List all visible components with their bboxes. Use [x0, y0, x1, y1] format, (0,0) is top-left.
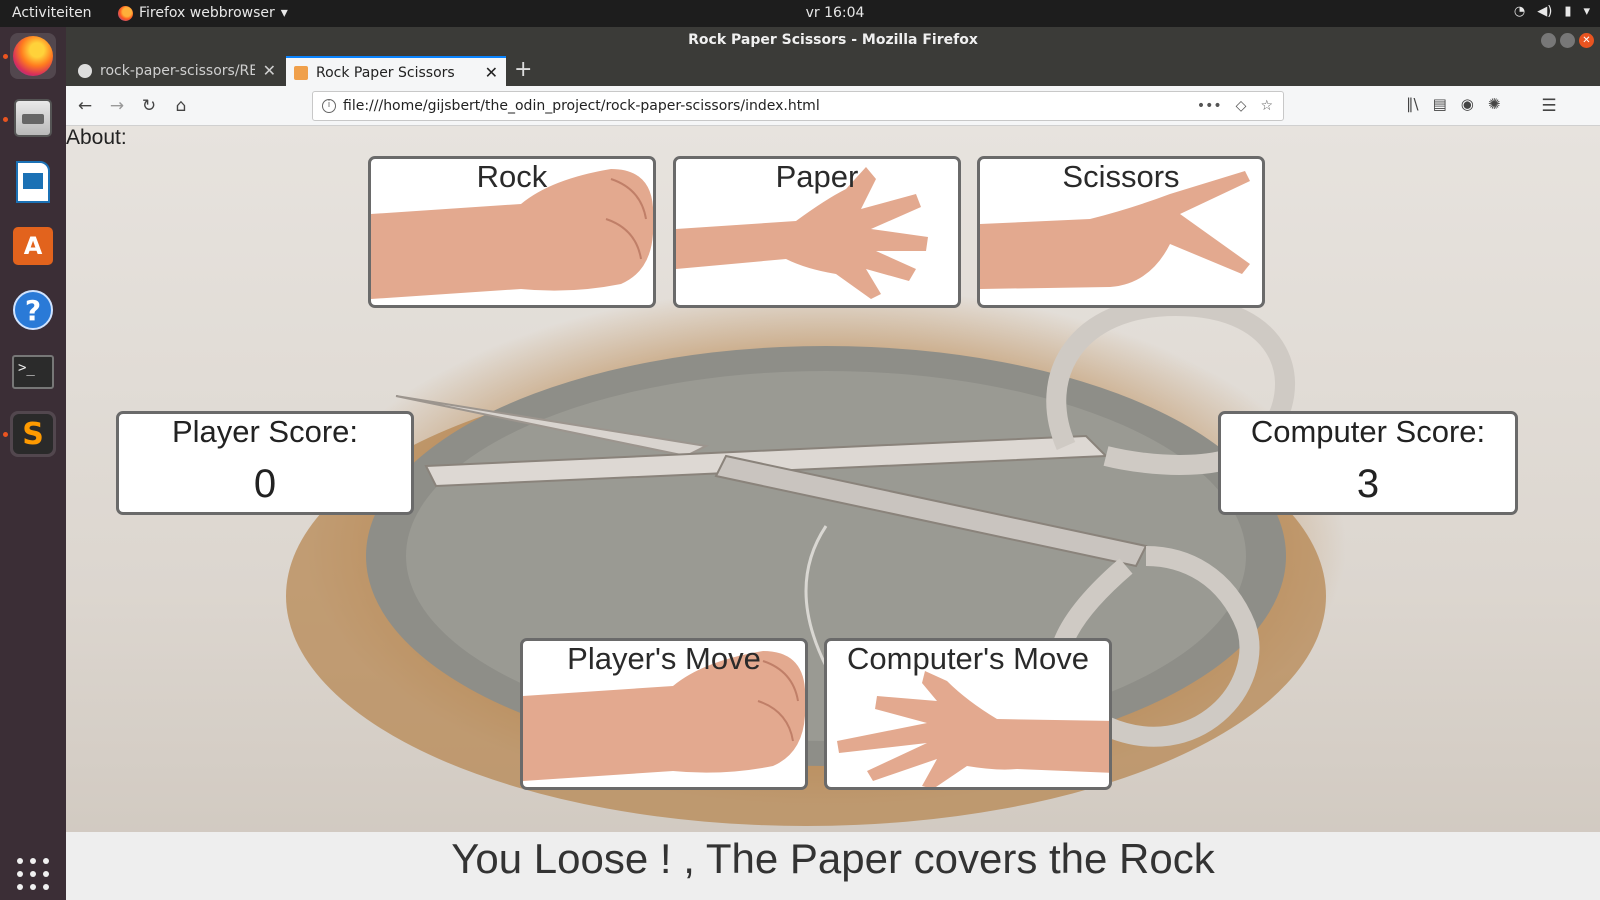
- page-favicon-icon: [294, 66, 308, 80]
- dock-writer[interactable]: [10, 159, 56, 205]
- computer-move-label: Computer's Move: [847, 641, 1089, 676]
- url-text: file:///home/gijsbert/the_odin_project/r…: [343, 98, 820, 114]
- minimize-button[interactable]: [1541, 33, 1556, 48]
- close-tab-icon[interactable]: ✕: [485, 58, 498, 88]
- player-score-value: 0: [253, 462, 277, 506]
- account-icon[interactable]: ◉: [1461, 95, 1474, 113]
- back-icon[interactable]: ←: [74, 95, 96, 117]
- system-top-bar: Activiteiten Firefox webbrowser ▾ vr 16:…: [0, 0, 1600, 27]
- window-title-bar: Rock Paper Scissors - Mozilla Firefox ✕: [66, 27, 1600, 54]
- navigation-toolbar: ← → ↻ ⌂ i file:///home/gijsbert/the_odin…: [66, 86, 1600, 126]
- computer-score-title: Computer Score:: [1250, 414, 1486, 449]
- menu-icon[interactable]: ☰: [1538, 95, 1560, 117]
- url-bar[interactable]: i file:///home/gijsbert/the_odin_project…: [312, 91, 1284, 121]
- tab-rock-paper-scissors[interactable]: Rock Paper Scissors ✕: [286, 56, 506, 86]
- page-viewport: About: Rock Paper Scissors Player Score:…: [66, 126, 1600, 900]
- player-score-title: Player Score:: [171, 414, 359, 449]
- tab-readme[interactable]: rock-paper-scissors/REA ✕: [70, 56, 284, 86]
- volume-icon: ◀): [1537, 4, 1553, 19]
- new-tab-button[interactable]: +: [514, 56, 532, 84]
- extension-icon[interactable]: ✺: [1488, 95, 1501, 113]
- show-applications-icon[interactable]: [16, 857, 50, 891]
- system-tray[interactable]: ◔ ◀) ▮ ▾: [1514, 4, 1590, 19]
- writer-icon: [16, 161, 50, 203]
- software-store-icon: A: [13, 227, 53, 265]
- sidebar-icon[interactable]: ▤: [1433, 95, 1447, 113]
- scissors-label: Scissors: [1062, 159, 1180, 194]
- paper-label: Paper: [775, 159, 859, 194]
- player-move-card: Player's Move: [520, 638, 808, 790]
- library-icon[interactable]: ∥\: [1406, 95, 1419, 113]
- sublime-text-icon: S: [13, 414, 53, 454]
- computer-score-value: 3: [1356, 462, 1380, 506]
- dock-firefox[interactable]: [10, 33, 56, 79]
- result-message: You Loose ! , The Paper covers the Rock: [66, 832, 1600, 900]
- running-indicator: [3, 54, 8, 59]
- firefox-icon: [13, 36, 53, 76]
- dock-help[interactable]: ?: [10, 287, 56, 333]
- help-icon: ?: [13, 290, 53, 330]
- clock[interactable]: vr 16:04: [0, 5, 1600, 21]
- window-title: Rock Paper Scissors - Mozilla Firefox: [688, 32, 978, 48]
- tab-label: Rock Paper Scissors: [316, 65, 455, 81]
- maximize-button[interactable]: [1560, 33, 1575, 48]
- battery-icon: ▮: [1564, 4, 1572, 19]
- tab-strip: rock-paper-scissors/REA ✕ Rock Paper Sci…: [66, 54, 1600, 86]
- rock-label: Rock: [476, 159, 548, 194]
- github-icon: [78, 64, 92, 78]
- running-indicator: [3, 432, 8, 437]
- page-actions-icon[interactable]: •••: [1197, 92, 1222, 120]
- tab-label: rock-paper-scissors/REA: [100, 63, 255, 79]
- rock-button[interactable]: Rock: [368, 156, 656, 308]
- computer-score-box: Computer Score: 3: [1218, 411, 1518, 515]
- dock-software[interactable]: A: [10, 223, 56, 269]
- about-link[interactable]: About:: [66, 126, 127, 150]
- close-tab-icon[interactable]: ✕: [263, 56, 276, 86]
- computer-move-card: Computer's Move: [824, 638, 1112, 790]
- dock: A ? >_ S: [0, 27, 66, 900]
- forward-icon[interactable]: →: [106, 95, 128, 117]
- scissors-button[interactable]: Scissors: [977, 156, 1265, 308]
- pocket-icon[interactable]: ◇: [1236, 92, 1247, 120]
- dock-sublime[interactable]: S: [10, 411, 56, 457]
- dock-files[interactable]: [10, 95, 56, 141]
- close-window-button[interactable]: ✕: [1579, 33, 1594, 48]
- wifi-icon: ◔: [1513, 4, 1526, 19]
- chevron-down-icon: ▾: [1583, 4, 1590, 19]
- running-indicator: [3, 117, 8, 122]
- player-move-label: Player's Move: [567, 641, 761, 676]
- home-icon[interactable]: ⌂: [170, 95, 192, 117]
- files-icon: [14, 99, 52, 137]
- reload-icon[interactable]: ↻: [138, 95, 160, 117]
- terminal-icon: >_: [12, 355, 54, 389]
- bookmark-star-icon[interactable]: ☆: [1260, 92, 1273, 120]
- paper-button[interactable]: Paper: [673, 156, 961, 308]
- dock-terminal[interactable]: >_: [10, 349, 56, 395]
- site-info-icon[interactable]: i: [322, 99, 336, 113]
- player-score-box: Player Score: 0: [116, 411, 414, 515]
